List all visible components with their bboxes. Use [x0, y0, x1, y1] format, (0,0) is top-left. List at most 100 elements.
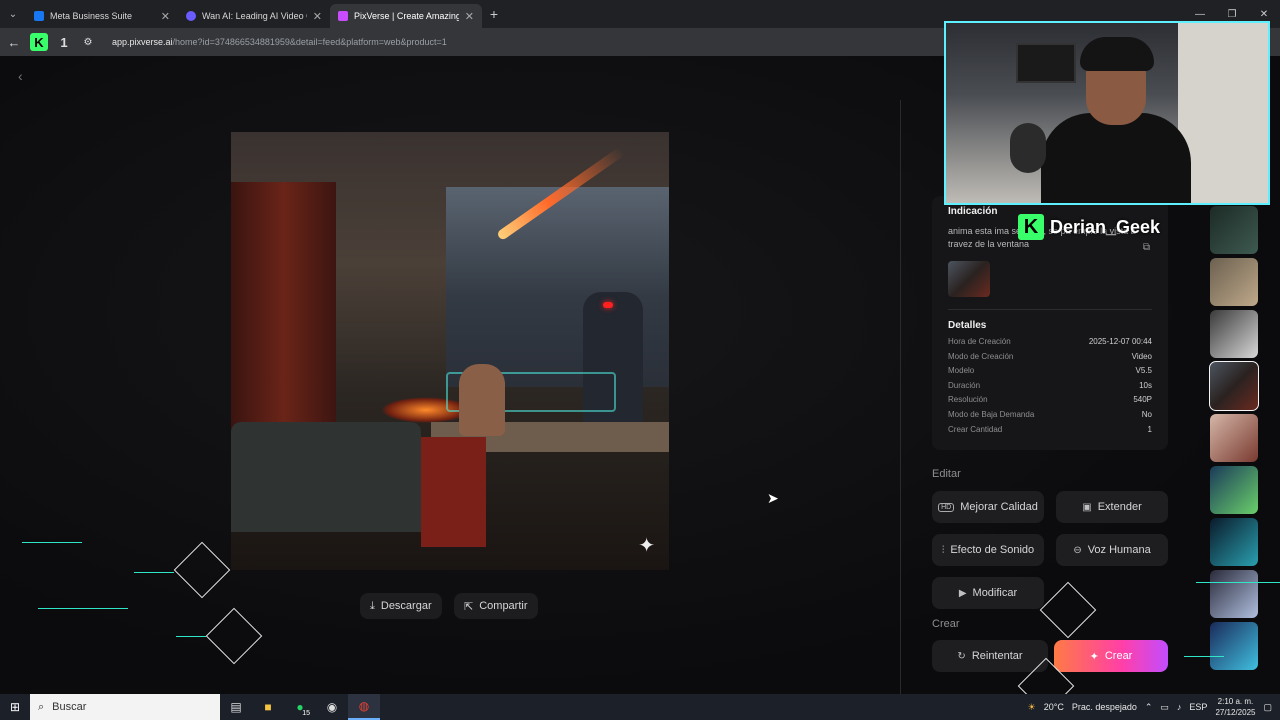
video-preview[interactable]: ✦ [231, 132, 669, 570]
tab-title: Wan AI: Leading AI Video Gene [202, 11, 307, 21]
streamer-name-tag: K Derian_Geek [1018, 212, 1160, 242]
history-thumbnail[interactable] [1210, 518, 1258, 566]
extend-button[interactable]: ▣ Extender [1056, 491, 1168, 523]
pixverse-icon [338, 11, 348, 21]
site-info-icon[interactable]: ⚙ [80, 37, 96, 48]
share-label: Compartir [479, 600, 528, 612]
language-indicator[interactable]: ESP [1189, 702, 1207, 712]
network-icon[interactable]: ▭ [1160, 702, 1169, 713]
history-thumbnail[interactable] [1210, 310, 1258, 358]
sparkle-watermark-icon: ✦ [638, 535, 655, 557]
obs-icon[interactable]: ◉ [316, 694, 348, 720]
taskbar-search[interactable]: ⌕ Buscar [30, 694, 220, 720]
decor-neon-line [1196, 582, 1280, 583]
new-tab-plus-icon[interactable]: + [482, 6, 506, 22]
history-thumbnail[interactable] [1210, 466, 1258, 514]
decor-diamond [173, 541, 231, 599]
mouse-cursor-icon: ➤ [767, 490, 779, 506]
close-tab-icon[interactable]: ✕ [465, 10, 474, 23]
close-tab-icon[interactable]: ✕ [161, 10, 170, 23]
webcam-microphone [1010, 123, 1046, 173]
file-explorer-icon[interactable]: ■ [252, 694, 284, 720]
improve-quality-button[interactable]: HD Mejorar Calidad [932, 491, 1044, 523]
create-section-label: Crear [932, 618, 960, 630]
volume-icon[interactable]: ♪ [1177, 702, 1182, 712]
detail-label: Modo de Creación [948, 351, 1014, 361]
create-button[interactable]: ✦ Crear [1054, 640, 1168, 672]
source-image-thumbnail[interactable] [948, 261, 990, 297]
modify-label: Modificar [972, 587, 1018, 599]
edit-section-label: Editar [932, 468, 961, 480]
url-domain: app.pixverse.ai [112, 37, 173, 47]
retry-label: Reintentar [971, 650, 1023, 662]
modify-icon: ▶ [958, 587, 967, 599]
extension-icon[interactable]: 1 [56, 35, 72, 50]
detail-value: 10s [1139, 380, 1152, 390]
search-icon: ⌕ [38, 700, 45, 713]
detail-label: Modelo [948, 366, 975, 376]
search-placeholder: Buscar [52, 701, 87, 713]
wan-ai-icon [186, 11, 196, 21]
human-voice-label: Voz Humana [1087, 544, 1151, 556]
taskbar-clock[interactable]: 2:10 a. m. 27/12/2025 [1215, 696, 1255, 718]
detail-row: Hora de Creación 2025-12-07 00:44 [948, 335, 1152, 350]
sparkle-icon: ✦ [1089, 650, 1099, 663]
task-view-icon[interactable]: ▤ [220, 694, 252, 720]
kick-logo-icon: K [1018, 214, 1044, 240]
retry-button[interactable]: ↻ Reintentar [932, 640, 1048, 672]
history-thumbnail-selected[interactable] [1209, 361, 1259, 411]
detail-value: V5.5 [1135, 366, 1152, 376]
url-field[interactable]: app.pixverse.ai/home?id=374866534881959&… [112, 37, 447, 47]
tab-pixverse[interactable]: PixVerse | Create Amazing AI V ✕ [330, 4, 482, 28]
history-thumbnail[interactable] [1210, 414, 1258, 462]
human-voice-button[interactable]: ⊖ Voz Humana [1056, 534, 1168, 566]
detail-row: Resolución 540P [948, 393, 1152, 408]
decor-neon-line [22, 542, 82, 543]
tab-title: Meta Business Suite [50, 11, 133, 21]
tray-chevron-icon[interactable]: ⌃ [1145, 702, 1153, 713]
webcam-person-body [1041, 113, 1191, 203]
extend-label: Extender [1097, 501, 1142, 513]
copy-icon[interactable]: ⧉ [1143, 242, 1150, 253]
notifications-icon[interactable]: ▢ [1263, 702, 1272, 713]
decor-diamond [205, 607, 263, 665]
share-icon: ⇱ [464, 600, 474, 613]
robot-eye [603, 302, 613, 308]
detail-value: No [1141, 409, 1152, 419]
download-button[interactable]: ⤓ Descargar [360, 593, 442, 619]
back-arrow-icon[interactable]: ← [6, 35, 22, 50]
detail-row: Crear Cantidad 1 [948, 423, 1152, 438]
weather-icon: ☀ [1027, 701, 1036, 712]
details-title: Detalles [948, 320, 987, 331]
weather-temp: 20°C [1043, 702, 1064, 712]
whatsapp-icon[interactable]: ● 15 [284, 694, 316, 720]
decor-neon-line [176, 636, 206, 637]
back-chevron-icon[interactable]: ‹ [18, 68, 34, 84]
detail-value: 2025-12-07 00:44 [1088, 337, 1152, 346]
tab-meta-business-suite[interactable]: Meta Business Suite ✕ [26, 4, 178, 28]
tab-title: PixVerse | Create Amazing AI V [354, 11, 459, 21]
history-thumbnail[interactable] [1210, 258, 1258, 306]
kick-extension-icon[interactable]: K [30, 33, 48, 51]
detail-value: 1 [1147, 424, 1152, 434]
share-button[interactable]: ⇱ Compartir [454, 593, 538, 619]
detail-label: Modo de Baja Demanda [948, 409, 1035, 419]
hd-icon: HD [938, 502, 955, 512]
windows-start-icon[interactable]: ⊞ [0, 700, 30, 714]
modify-button[interactable]: ▶ Modificar [932, 577, 1044, 609]
decor-neon-line [134, 572, 174, 573]
decor-diamond [1039, 581, 1097, 639]
history-thumbnail[interactable] [1210, 206, 1258, 254]
history-thumbnail[interactable] [1210, 622, 1258, 670]
chrome-icon[interactable]: ◍ [348, 694, 380, 720]
decor-neon-line [1184, 656, 1224, 657]
chair [421, 437, 486, 547]
tab-search-menu-icon[interactable]: ⌄ [0, 0, 26, 28]
download-icon: ⤓ [370, 599, 375, 612]
windows-taskbar: ⊞ ⌕ Buscar ▤ ■ ● 15 ◉ ◍ ☀ 20°C Prac. des… [0, 694, 1280, 720]
tab-wan-ai[interactable]: Wan AI: Leading AI Video Gene ✕ [178, 4, 330, 28]
sound-effect-button[interactable]: ⫶ Efecto de Sonido [932, 534, 1044, 566]
close-tab-icon[interactable]: ✕ [313, 10, 322, 23]
sound-wave-icon: ⫶ [941, 544, 945, 556]
history-thumbnail[interactable] [1210, 570, 1258, 618]
